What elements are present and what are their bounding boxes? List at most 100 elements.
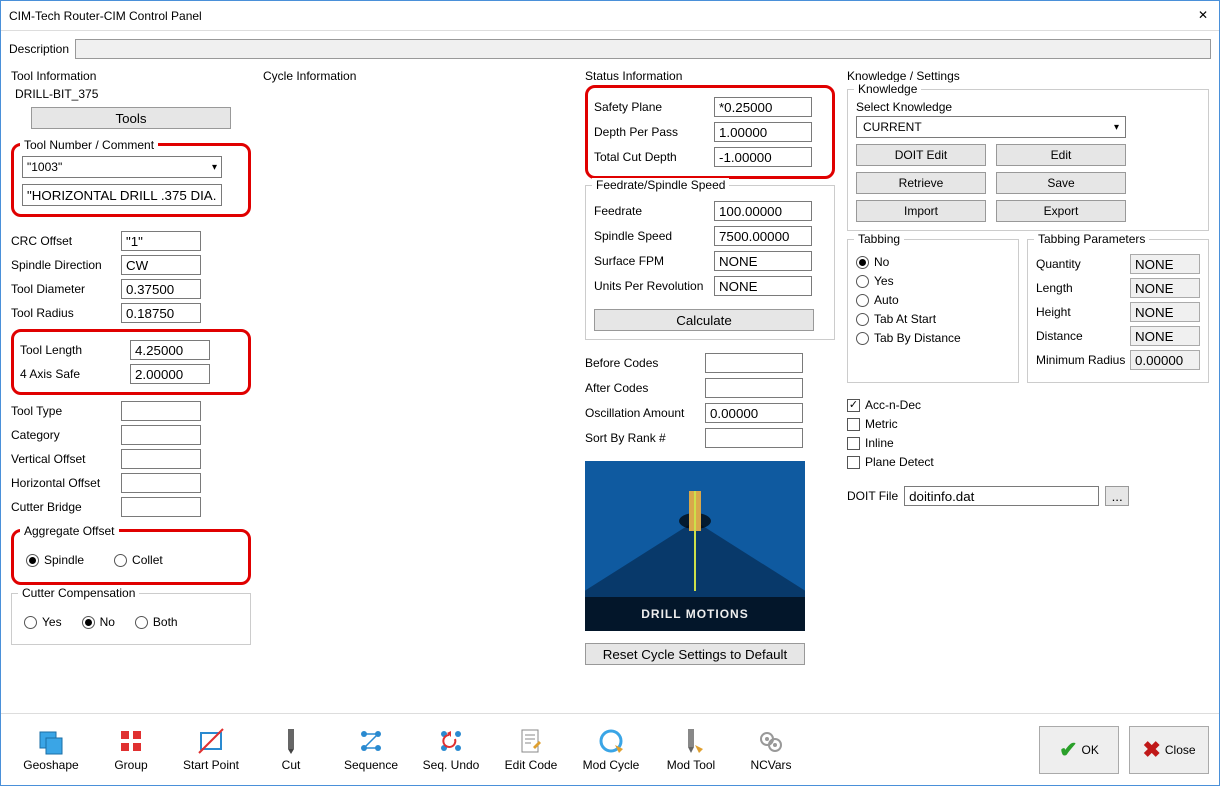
cc-both-radio[interactable]: Both [135, 615, 178, 629]
tab-no-radio[interactable]: No [856, 255, 1010, 269]
acc-check[interactable]: Acc-n-Dec [847, 398, 1209, 412]
tool-type-input[interactable] [121, 401, 201, 421]
tab-start-radio[interactable]: Tab At Start [856, 312, 1010, 326]
feedrate-input[interactable] [714, 201, 812, 221]
geoshape-button[interactable]: Geoshape [11, 727, 91, 772]
tools-button[interactable]: Tools [31, 107, 231, 129]
seq-undo-icon [437, 727, 465, 755]
metric-check[interactable]: Metric [847, 417, 1209, 431]
aggregate-offset-group: Aggregate Offset Spindle Collet [11, 529, 251, 585]
doit-file-label: DOIT File [847, 489, 898, 503]
cutter-bridge-input[interactable] [121, 497, 201, 517]
tp-height-label: Height [1036, 305, 1126, 319]
tool-type-label: Tool Type [11, 404, 121, 418]
calculate-button[interactable]: Calculate [594, 309, 814, 331]
safety-plane-input[interactable] [714, 97, 812, 117]
knowledge-title: Knowledge / Settings [847, 69, 1209, 83]
sort-rank-input[interactable] [705, 428, 803, 448]
doit-edit-button[interactable]: DOIT Edit [856, 144, 986, 166]
voffset-input[interactable] [121, 449, 201, 469]
export-button[interactable]: Export [996, 200, 1126, 222]
edit-button[interactable]: Edit [996, 144, 1126, 166]
crc-offset-input[interactable] [121, 231, 201, 251]
geoshape-icon [37, 727, 65, 755]
inline-check[interactable]: Inline [847, 436, 1209, 450]
retrieve-button[interactable]: Retrieve [856, 172, 986, 194]
depth-pass-input[interactable] [714, 122, 812, 142]
chevron-down-icon: ▾ [1114, 122, 1119, 133]
seq-undo-button[interactable]: Seq. Undo [411, 727, 491, 772]
start-point-button[interactable]: Start Point [171, 727, 251, 772]
osc-amount-input[interactable] [705, 403, 803, 423]
knowledge-group-title: Knowledge [854, 82, 921, 96]
cc-yes-radio[interactable]: Yes [24, 615, 62, 629]
check-icon: ✔ [1059, 737, 1077, 763]
description-input[interactable] [75, 39, 1211, 59]
spindle-speed-input[interactable] [714, 226, 812, 246]
feedrate-group-title: Feedrate/Spindle Speed [592, 178, 729, 192]
tp-qty-input [1130, 254, 1200, 274]
reset-cycle-button[interactable]: Reset Cycle Settings to Default [585, 643, 805, 665]
hoffset-input[interactable] [121, 473, 201, 493]
knowledge-value: CURRENT [863, 120, 922, 134]
tool-len-input[interactable] [130, 340, 210, 360]
tab-yes-radio[interactable]: Yes [856, 274, 1010, 288]
agg-spindle-radio[interactable]: Spindle [26, 553, 84, 567]
group-button[interactable]: Group [91, 727, 171, 772]
cutter-comp-title: Cutter Compensation [18, 586, 139, 600]
spindle-dir-input[interactable] [121, 255, 201, 275]
after-codes-input[interactable] [705, 378, 803, 398]
total-depth-input[interactable] [714, 147, 812, 167]
tab-auto-radio[interactable]: Auto [856, 293, 1010, 307]
voffset-label: Vertical Offset [11, 452, 121, 466]
axis-safe-label: 4 Axis Safe [20, 367, 130, 381]
tp-len-input [1130, 278, 1200, 298]
doit-file-input[interactable] [904, 486, 1099, 506]
tool-number-dropdown[interactable]: "1003" ▾ [22, 156, 222, 178]
cut-icon [277, 727, 305, 755]
sort-rank-label: Sort By Rank # [585, 431, 705, 445]
mod-cycle-button[interactable]: Mod Cycle [571, 727, 651, 772]
agg-collet-radio[interactable]: Collet [114, 553, 163, 567]
tool-rad-input[interactable] [121, 303, 201, 323]
cc-no-radio[interactable]: No [82, 615, 115, 629]
osc-amount-label: Oscillation Amount [585, 406, 705, 420]
tab-params-title: Tabbing Parameters [1034, 232, 1149, 246]
tool-comment-input[interactable] [22, 184, 222, 206]
window-title: CIM-Tech Router-CIM Control Panel [9, 9, 202, 23]
browse-button[interactable]: ... [1105, 486, 1129, 506]
save-button[interactable]: Save [996, 172, 1126, 194]
depth-pass-label: Depth Per Pass [594, 125, 714, 139]
crc-offset-label: CRC Offset [11, 234, 121, 248]
ok-button[interactable]: ✔ OK [1039, 726, 1119, 774]
tab-dist-radio[interactable]: Tab By Distance [856, 331, 1010, 345]
mod-tool-button[interactable]: Mod Tool [651, 727, 731, 772]
import-button[interactable]: Import [856, 200, 986, 222]
sequence-button[interactable]: Sequence [331, 727, 411, 772]
category-input[interactable] [121, 425, 201, 445]
units-rev-input[interactable] [714, 276, 812, 296]
tab-params-group: Tabbing Parameters Quantity Length Heigh… [1027, 239, 1209, 383]
plane-check[interactable]: Plane Detect [847, 455, 1209, 469]
status-highlight-block: Safety Plane Depth Per Pass Total Cut De… [585, 85, 835, 179]
edit-code-icon [517, 727, 545, 755]
close-icon[interactable]: ✕ [1195, 8, 1211, 24]
cut-button[interactable]: Cut [251, 727, 331, 772]
tool-dia-input[interactable] [121, 279, 201, 299]
tabbing-group: Tabbing No Yes Auto Tab At Start Tab By … [847, 239, 1019, 383]
units-rev-label: Units Per Revolution [594, 279, 714, 293]
edit-code-button[interactable]: Edit Code [491, 727, 571, 772]
category-label: Category [11, 428, 121, 442]
titlebar: CIM-Tech Router-CIM Control Panel ✕ [1, 1, 1219, 31]
hoffset-label: Horizontal Offset [11, 476, 121, 490]
surface-fpm-input[interactable] [714, 251, 812, 271]
ncvars-button[interactable]: NCVars [731, 727, 811, 772]
preview-image: DRILL MOTIONS [585, 461, 805, 631]
axis-safe-input[interactable] [130, 364, 210, 384]
close-button[interactable]: ✖ Close [1129, 726, 1209, 774]
before-codes-input[interactable] [705, 353, 803, 373]
before-codes-label: Before Codes [585, 356, 705, 370]
knowledge-dropdown[interactable]: CURRENT ▾ [856, 116, 1126, 138]
tool-info-title: Tool Information [11, 69, 251, 83]
tool-len-label: Tool Length [20, 343, 130, 357]
